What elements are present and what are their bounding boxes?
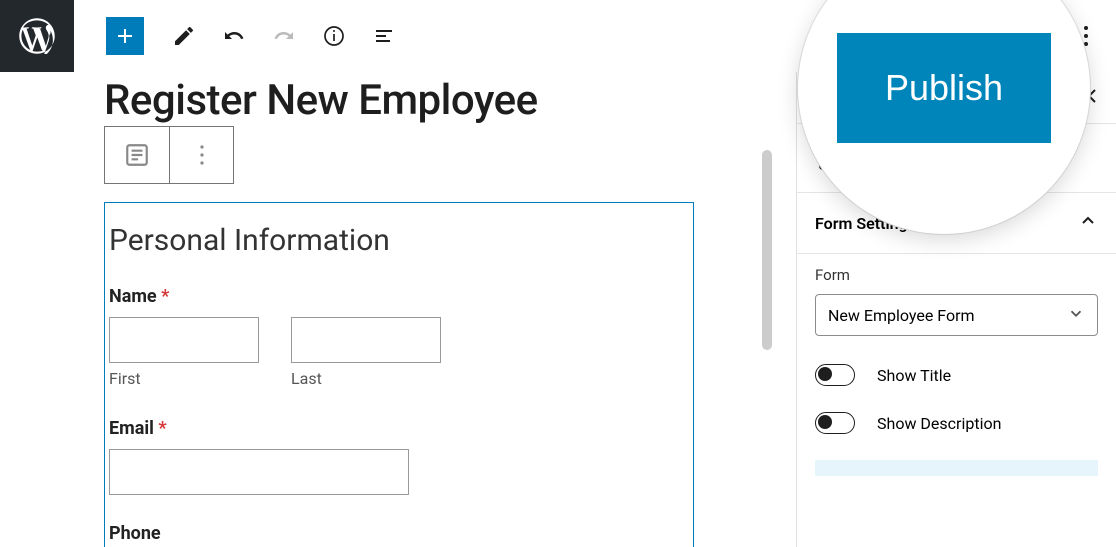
pencil-icon [172, 24, 196, 48]
email-field-label: Email * [109, 418, 689, 439]
block-type-button[interactable] [105, 127, 169, 183]
last-name-input[interactable] [291, 317, 441, 363]
publish-button[interactable]: Publish [837, 33, 1051, 143]
list-icon [372, 24, 396, 48]
kebab-icon [1083, 25, 1089, 47]
form-block[interactable]: Personal Information Name * First Last [104, 202, 694, 547]
form-block-icon [124, 142, 150, 168]
email-input[interactable] [109, 449, 409, 495]
required-mark: * [161, 286, 169, 307]
info-button[interactable] [314, 16, 354, 56]
redo-icon [272, 24, 296, 48]
scrollbar-thumb[interactable] [762, 150, 772, 350]
show-description-label: Show Description [877, 414, 1001, 433]
form-section-title: Personal Information [109, 223, 689, 258]
undo-icon [222, 24, 246, 48]
form-settings-panel: Form New Employee Form Show Title Show D… [797, 254, 1116, 500]
block-toolbar [104, 126, 234, 184]
edit-mode-button[interactable] [164, 16, 204, 56]
last-name-sublabel: Last [291, 369, 441, 388]
chevron-up-icon [1078, 211, 1098, 235]
wordpress-icon [19, 18, 55, 54]
show-title-toggle[interactable] [815, 364, 855, 386]
wordpress-logo[interactable] [0, 0, 74, 72]
kebab-icon [199, 144, 205, 166]
add-block-button[interactable] [106, 17, 144, 55]
first-name-sublabel: First [109, 369, 259, 388]
outline-button[interactable] [364, 16, 404, 56]
required-mark: * [158, 418, 166, 439]
editor-canvas: Register New Employee Personal Informati… [0, 72, 780, 547]
first-name-input[interactable] [109, 317, 259, 363]
info-notice [815, 460, 1098, 476]
form-select-label: Form [815, 266, 1098, 284]
name-field-label: Name * [109, 286, 689, 307]
undo-button[interactable] [214, 16, 254, 56]
redo-button[interactable] [264, 16, 304, 56]
info-icon [322, 24, 346, 48]
phone-field-label: Phone [109, 523, 689, 544]
post-title[interactable]: Register New Employee [104, 78, 694, 124]
show-description-toggle[interactable] [815, 412, 855, 434]
show-title-label: Show Title [877, 366, 951, 385]
form-select[interactable]: New Employee Form [815, 294, 1098, 336]
chevron-down-icon [1067, 304, 1085, 326]
block-more-button[interactable] [169, 127, 233, 183]
plus-icon [113, 24, 137, 48]
